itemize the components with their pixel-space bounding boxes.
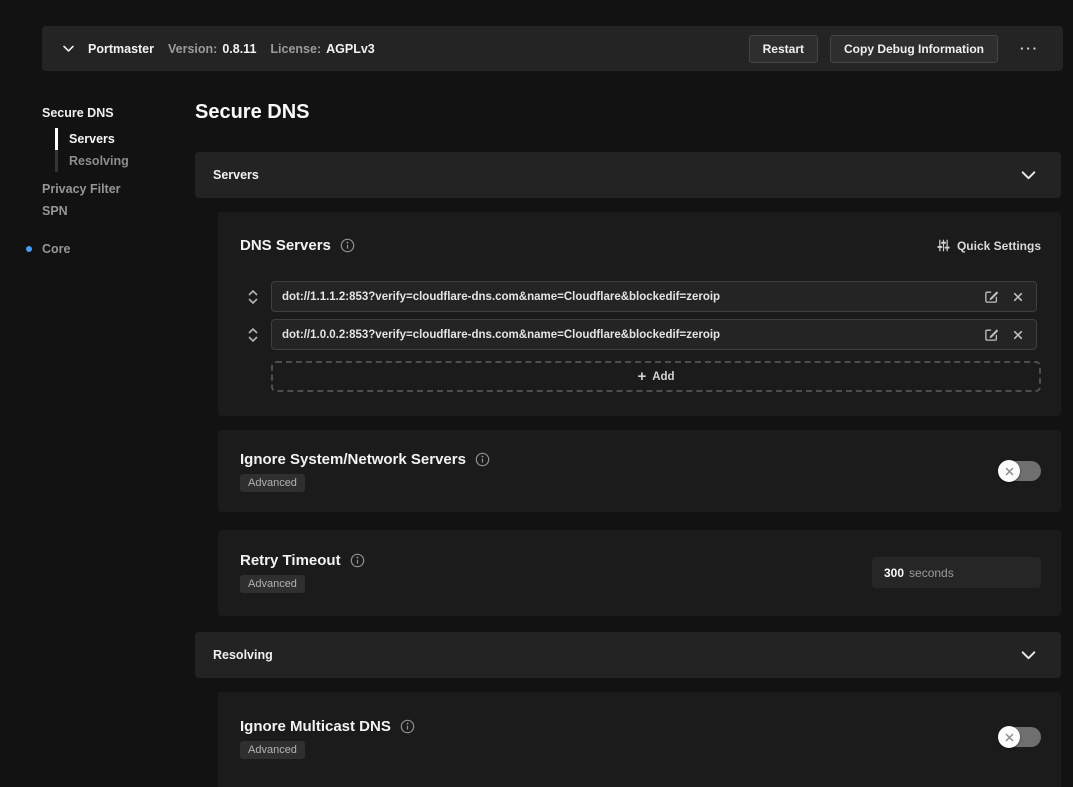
dns-server-row: dot://1.1.1.2:853?verify=cloudflare-dns.… (246, 281, 1037, 312)
sliders-icon (937, 239, 950, 252)
info-icon[interactable] (350, 553, 365, 568)
ignore-system-servers-card: Ignore System/Network Servers Advanced (218, 430, 1061, 512)
dns-server-value: dot://1.1.1.2:853?verify=cloudflare-dns.… (282, 291, 976, 303)
drag-handle-icon[interactable] (246, 288, 260, 306)
ignore-system-servers-toggle[interactable] (999, 461, 1041, 481)
setting-title: Retry Timeout (240, 552, 341, 569)
dns-server-input[interactable]: dot://1.0.0.2:853?verify=cloudflare-dns.… (271, 319, 1037, 350)
retry-timeout-value: 300 (884, 566, 904, 580)
copy-debug-information-button[interactable]: Copy Debug Information (830, 35, 998, 63)
advanced-badge: Advanced (240, 575, 305, 593)
sidebar-item-servers[interactable]: Servers (55, 128, 195, 150)
dns-servers-card: DNS Servers Quick Settings dot://1.1.1.2… (218, 212, 1061, 416)
titlebar: Portmaster Version: 0.8.11 License: AGPL… (42, 26, 1063, 71)
advanced-badge: Advanced (240, 474, 305, 492)
ignore-multicast-dns-card: Ignore Multicast DNS Advanced (218, 692, 1061, 787)
ignore-multicast-dns-toggle[interactable] (999, 727, 1041, 747)
quick-settings-label: Quick Settings (957, 239, 1041, 253)
sidebar-item-privacy-filter[interactable]: Privacy Filter (0, 178, 195, 200)
page-title: Secure DNS (195, 99, 310, 125)
app-name: Portmaster (88, 42, 154, 56)
remove-icon[interactable] (1010, 330, 1026, 340)
quick-settings-button[interactable]: Quick Settings (937, 239, 1041, 253)
dns-server-input[interactable]: dot://1.1.1.2:853?verify=cloudflare-dns.… (271, 281, 1037, 312)
retry-timeout-unit: seconds (909, 566, 954, 580)
section-title: Servers (213, 168, 259, 182)
sidebar-item-core[interactable]: Core (0, 238, 195, 260)
toggle-knob-off-icon (998, 726, 1020, 748)
sidebar-item-secure-dns[interactable]: Secure DNS (0, 102, 195, 124)
more-options-icon[interactable]: ··· (1010, 41, 1049, 56)
plus-icon: + (637, 369, 646, 384)
retry-timeout-input[interactable]: 300 seconds (872, 557, 1041, 588)
license-value: AGPLv3 (326, 42, 375, 56)
setting-title: Ignore Multicast DNS (240, 718, 391, 735)
app-menu-chevron-down-icon[interactable] (56, 37, 80, 61)
license-label: License: (270, 42, 321, 56)
sidebar-spacer (0, 222, 195, 238)
dns-server-row: dot://1.0.0.2:853?verify=cloudflare-dns.… (246, 319, 1037, 350)
restart-button[interactable]: Restart (749, 35, 818, 63)
section-title: Resolving (213, 648, 273, 662)
setting-title: DNS Servers (240, 237, 331, 254)
version-info: Version: 0.8.11 (168, 42, 256, 56)
chevron-down-icon[interactable] (1020, 647, 1037, 664)
section-header-servers[interactable]: Servers (195, 152, 1061, 198)
version-value: 0.8.11 (222, 42, 256, 56)
info-icon[interactable] (475, 452, 490, 467)
title-row: Ignore System/Network Servers (240, 451, 1041, 468)
version-label: Version: (168, 42, 217, 56)
toggle-knob-off-icon (998, 460, 1020, 482)
chevron-down-icon[interactable] (1020, 167, 1037, 184)
dns-servers-title-row: DNS Servers Quick Settings (240, 237, 1041, 254)
dns-server-value: dot://1.0.0.2:853?verify=cloudflare-dns.… (282, 329, 976, 341)
drag-handle-icon[interactable] (246, 326, 260, 344)
info-icon[interactable] (340, 238, 355, 253)
advanced-badge: Advanced (240, 741, 305, 759)
notification-dot (26, 246, 32, 252)
sidebar: Secure DNS Servers Resolving Privacy Fil… (0, 102, 195, 260)
add-label: Add (652, 371, 674, 383)
section-header-resolving[interactable]: Resolving (195, 632, 1061, 678)
title-row: Ignore Multicast DNS (240, 718, 1041, 735)
add-dns-server-button[interactable]: + Add (271, 361, 1041, 392)
setting-title: Ignore System/Network Servers (240, 451, 466, 468)
titlebar-actions: Restart Copy Debug Information ··· (749, 35, 1049, 63)
sidebar-item-core-label: Core (42, 242, 70, 256)
info-icon[interactable] (400, 719, 415, 734)
secure-dns-subitems: Servers Resolving (55, 128, 195, 172)
remove-icon[interactable] (1010, 292, 1026, 302)
edit-icon[interactable] (984, 289, 999, 304)
license-info: License: AGPLv3 (270, 42, 374, 56)
sidebar-item-spn[interactable]: SPN (0, 200, 195, 222)
edit-icon[interactable] (984, 327, 999, 342)
retry-timeout-card: Retry Timeout Advanced 300 seconds (218, 530, 1061, 616)
sidebar-item-resolving[interactable]: Resolving (55, 150, 195, 172)
